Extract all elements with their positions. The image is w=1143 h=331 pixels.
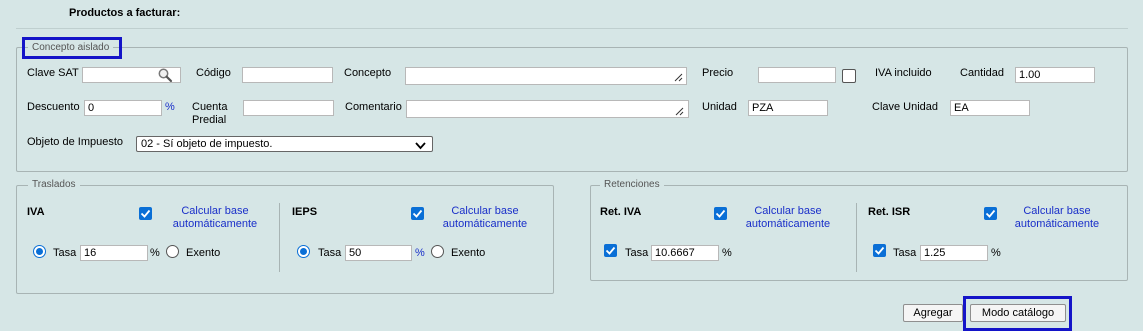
ret-isr-tasa-checkbox[interactable] <box>873 244 886 257</box>
clave-unidad-input[interactable] <box>950 100 1030 116</box>
iva-incluido-checkbox[interactable] <box>842 69 856 83</box>
section-title: Productos a facturar: <box>69 7 181 19</box>
concepto-label: Concepto <box>344 67 392 79</box>
chevron-down-icon <box>415 140 426 154</box>
ret-iva-calc-label[interactable]: Calcular base automáticamente <box>742 205 834 231</box>
traslados-fieldset <box>16 185 554 294</box>
cuenta-predial-label: Cuenta Predial <box>192 101 227 127</box>
ret-iva-title: Ret. IVA <box>600 206 642 218</box>
ret-iva-tasa-label: Tasa <box>625 247 649 259</box>
ieps-exento-radio[interactable] <box>431 245 444 258</box>
resize-handle-icon[interactable] <box>673 72 683 82</box>
iva-tasa-label: Tasa <box>53 247 77 259</box>
objeto-impuesto-label: Objeto de Impuesto <box>27 136 124 148</box>
comentario-textarea[interactable] <box>406 100 689 118</box>
iva-tasa-radio[interactable] <box>33 245 46 258</box>
ret-isr-calc-checkbox[interactable] <box>984 207 997 220</box>
comentario-label: Comentario <box>345 101 402 113</box>
descuento-input[interactable] <box>84 100 162 116</box>
concepto-legend: Concepto aislado <box>28 42 114 53</box>
ret-isr-tasa-label: Tasa <box>893 247 917 259</box>
resize-handle-icon[interactable] <box>674 106 684 116</box>
modo-catalogo-button[interactable]: Modo catálogo <box>970 304 1066 322</box>
ret-isr-calc-label[interactable]: Calcular base automáticamente <box>1011 205 1103 231</box>
iva-calc-checkbox[interactable] <box>139 207 152 220</box>
descuento-unit: % <box>165 101 175 113</box>
ret-iva-calc-label-line1: Calcular base <box>754 205 822 217</box>
retenciones-legend: Retenciones <box>600 179 664 190</box>
iva-incluido-label: IVA incluido <box>875 67 932 79</box>
iva-title: IVA <box>27 206 45 218</box>
ieps-calc-label-line2: automáticamente <box>442 218 528 230</box>
precio-label: Precio <box>702 67 734 79</box>
ieps-tasa-radio[interactable] <box>297 245 310 258</box>
codigo-label: Código <box>196 67 231 79</box>
ieps-title: IEPS <box>292 206 318 218</box>
ieps-exento-label: Exento <box>451 247 486 259</box>
ret-iva-tasa-unit: % <box>722 247 732 259</box>
traslados-legend: Traslados <box>28 179 80 190</box>
ret-iva-tasa-checkbox[interactable] <box>604 244 617 257</box>
ieps-calc-checkbox[interactable] <box>411 207 424 220</box>
ieps-tasa-input[interactable] <box>345 245 412 261</box>
descuento-label: Descuento <box>27 101 80 113</box>
iva-tasa-unit: % <box>150 247 160 259</box>
search-icon[interactable] <box>157 67 173 83</box>
objeto-impuesto-value: 02 - Sí objeto de impuesto. <box>141 138 273 150</box>
retenciones-fieldset <box>590 185 1128 281</box>
codigo-input[interactable] <box>242 67 333 83</box>
precio-input[interactable] <box>758 67 836 83</box>
agregar-button[interactable]: Agregar <box>903 304 963 322</box>
cuenta-predial-label-line1: Cuenta <box>192 101 228 113</box>
clave-unidad-label: Clave Unidad <box>872 101 939 113</box>
ret-iva-calc-label-line2: automáticamente <box>745 218 831 230</box>
iva-tasa-input[interactable] <box>80 245 148 261</box>
ret-isr-calc-label-line2: automáticamente <box>1014 218 1100 230</box>
objeto-impuesto-select[interactable]: 02 - Sí objeto de impuesto. <box>136 136 433 152</box>
iva-calc-label-line1: Calcular base <box>181 205 249 217</box>
title-divider <box>16 28 1128 29</box>
ret-isr-title: Ret. ISR <box>868 206 911 218</box>
unidad-label: Unidad <box>702 101 737 113</box>
ret-iva-calc-checkbox[interactable] <box>714 207 727 220</box>
ieps-calc-label-line1: Calcular base <box>451 205 519 217</box>
ret-iva-tasa-input[interactable] <box>651 245 719 261</box>
iva-calc-label[interactable]: Calcular base automáticamente <box>169 205 261 231</box>
cuenta-predial-input[interactable] <box>243 100 334 116</box>
iva-exento-label: Exento <box>186 247 221 259</box>
clave-sat-label: Clave SAT <box>27 67 79 79</box>
cuenta-predial-label-line2: Predial <box>192 114 227 126</box>
ret-isr-tasa-unit: % <box>991 247 1001 259</box>
ret-isr-tasa-input[interactable] <box>920 245 988 261</box>
unidad-input[interactable] <box>748 100 828 116</box>
retenciones-divider <box>856 203 857 272</box>
ieps-tasa-label: Tasa <box>318 247 342 259</box>
cantidad-input[interactable] <box>1015 67 1095 83</box>
ret-isr-calc-label-line1: Calcular base <box>1023 205 1091 217</box>
ieps-tasa-unit: % <box>415 247 425 259</box>
traslados-divider <box>279 203 280 272</box>
iva-calc-label-line2: automáticamente <box>172 218 258 230</box>
concepto-textarea[interactable] <box>405 67 687 85</box>
ieps-calc-label[interactable]: Calcular base automáticamente <box>439 205 531 231</box>
cantidad-label: Cantidad <box>960 67 1005 79</box>
iva-exento-radio[interactable] <box>166 245 179 258</box>
